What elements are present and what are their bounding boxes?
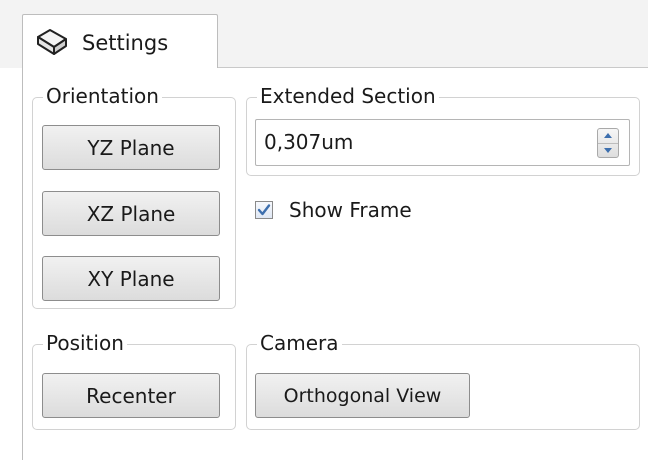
spin-buttons[interactable] [597, 128, 619, 158]
tab-settings[interactable]: Settings [22, 14, 218, 68]
checkbox-checked-icon[interactable] [255, 201, 273, 219]
yz-plane-button[interactable]: YZ Plane [42, 125, 220, 170]
show-frame-label: Show Frame [289, 198, 412, 222]
position-group-title: Position [43, 330, 127, 356]
xz-plane-button[interactable]: XZ Plane [42, 191, 220, 236]
camera-group-title: Camera [257, 330, 342, 356]
orthogonal-view-button[interactable]: Orthogonal View [255, 373, 470, 418]
settings-box-icon [35, 27, 69, 57]
page-border [22, 68, 23, 460]
recenter-button[interactable]: Recenter [42, 373, 220, 418]
tab-settings-label: Settings [82, 31, 169, 55]
extended-section-input[interactable] [264, 127, 564, 157]
extended-section-group-title: Extended Section [257, 83, 439, 109]
extended-section-spinbox[interactable] [255, 119, 630, 166]
spin-down-icon[interactable] [598, 143, 618, 158]
tab-strip-divider [218, 67, 648, 68]
xy-plane-button[interactable]: XY Plane [42, 256, 220, 301]
spin-up-icon[interactable] [598, 129, 618, 143]
orientation-group-title: Orientation [43, 83, 162, 109]
settings-panel: Settings Orientation YZ Plane XZ Plane X… [0, 0, 648, 460]
